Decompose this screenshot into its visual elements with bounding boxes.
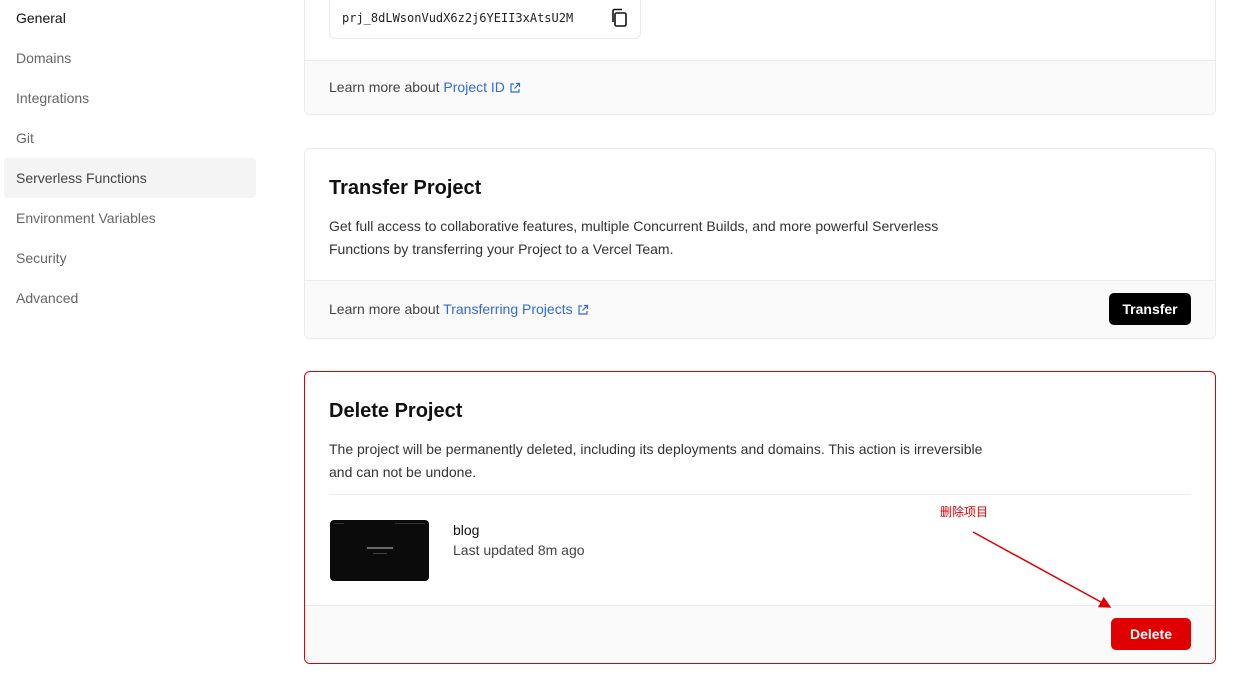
sidebar-item-environment-variables[interactable]: Environment Variables xyxy=(4,198,256,238)
learn-more-prefix: Learn more about xyxy=(329,301,440,317)
external-link-icon[interactable] xyxy=(577,303,589,319)
sidebar-item-serverless-functions[interactable]: Serverless Functions xyxy=(4,158,256,198)
project-id-learn-more: Learn more about Project ID xyxy=(329,79,521,97)
sidebar-item-domains[interactable]: Domains xyxy=(4,38,256,78)
sidebar-item-security[interactable]: Security xyxy=(4,238,256,278)
transfer-footer: Learn more about Transferring Projects T… xyxy=(305,280,1215,338)
sidebar-item-advanced[interactable]: Advanced xyxy=(4,278,256,318)
delete-project-card: Delete Project The project will be perma… xyxy=(304,371,1216,664)
delete-divider xyxy=(329,494,1191,495)
project-id-box: prj_8dLWsonVudX6z2j6YEII3xAtsU2M xyxy=(329,0,641,39)
project-id-link-label[interactable]: Project ID xyxy=(443,79,504,95)
copy-icon[interactable] xyxy=(610,8,628,33)
transfer-title: Transfer Project xyxy=(329,177,482,199)
transfer-button[interactable]: Transfer xyxy=(1109,293,1191,325)
project-id-link[interactable]: Project ID xyxy=(443,79,520,95)
project-id-footer: Learn more about Project ID xyxy=(305,60,1215,114)
project-thumbnail xyxy=(330,520,429,581)
delete-title: Delete Project xyxy=(329,400,463,422)
transfer-description: Get full access to collaborative feature… xyxy=(329,218,939,257)
delete-button[interactable]: Delete xyxy=(1111,618,1191,650)
sidebar-item-general[interactable]: General xyxy=(4,0,256,38)
sidebar-item-integrations[interactable]: Integrations xyxy=(4,78,256,118)
settings-sidebar: General Domains Integrations Git Serverl… xyxy=(0,0,260,679)
delete-footer: Delete xyxy=(305,605,1215,663)
project-id-card: prj_8dLWsonVudX6z2j6YEII3xAtsU2M Learn m… xyxy=(304,0,1216,115)
delete-description: The project will be permanently deleted,… xyxy=(329,441,983,480)
project-name: blog xyxy=(453,522,480,538)
transfer-learn-more: Learn more about Transferring Projects xyxy=(329,301,589,319)
transferring-projects-link[interactable]: Transferring Projects xyxy=(443,301,588,317)
project-id-value[interactable]: prj_8dLWsonVudX6z2j6YEII3xAtsU2M xyxy=(342,11,573,25)
transfer-project-card: Transfer Project Get full access to coll… xyxy=(304,148,1216,339)
annotation-label: 删除项目 xyxy=(940,505,989,519)
sidebar-item-git[interactable]: Git xyxy=(4,118,256,158)
project-last-updated: Last updated 8m ago xyxy=(453,542,585,558)
external-link-icon[interactable] xyxy=(509,81,521,97)
learn-more-prefix: Learn more about xyxy=(329,79,440,95)
transferring-projects-link-label[interactable]: Transferring Projects xyxy=(443,301,572,317)
